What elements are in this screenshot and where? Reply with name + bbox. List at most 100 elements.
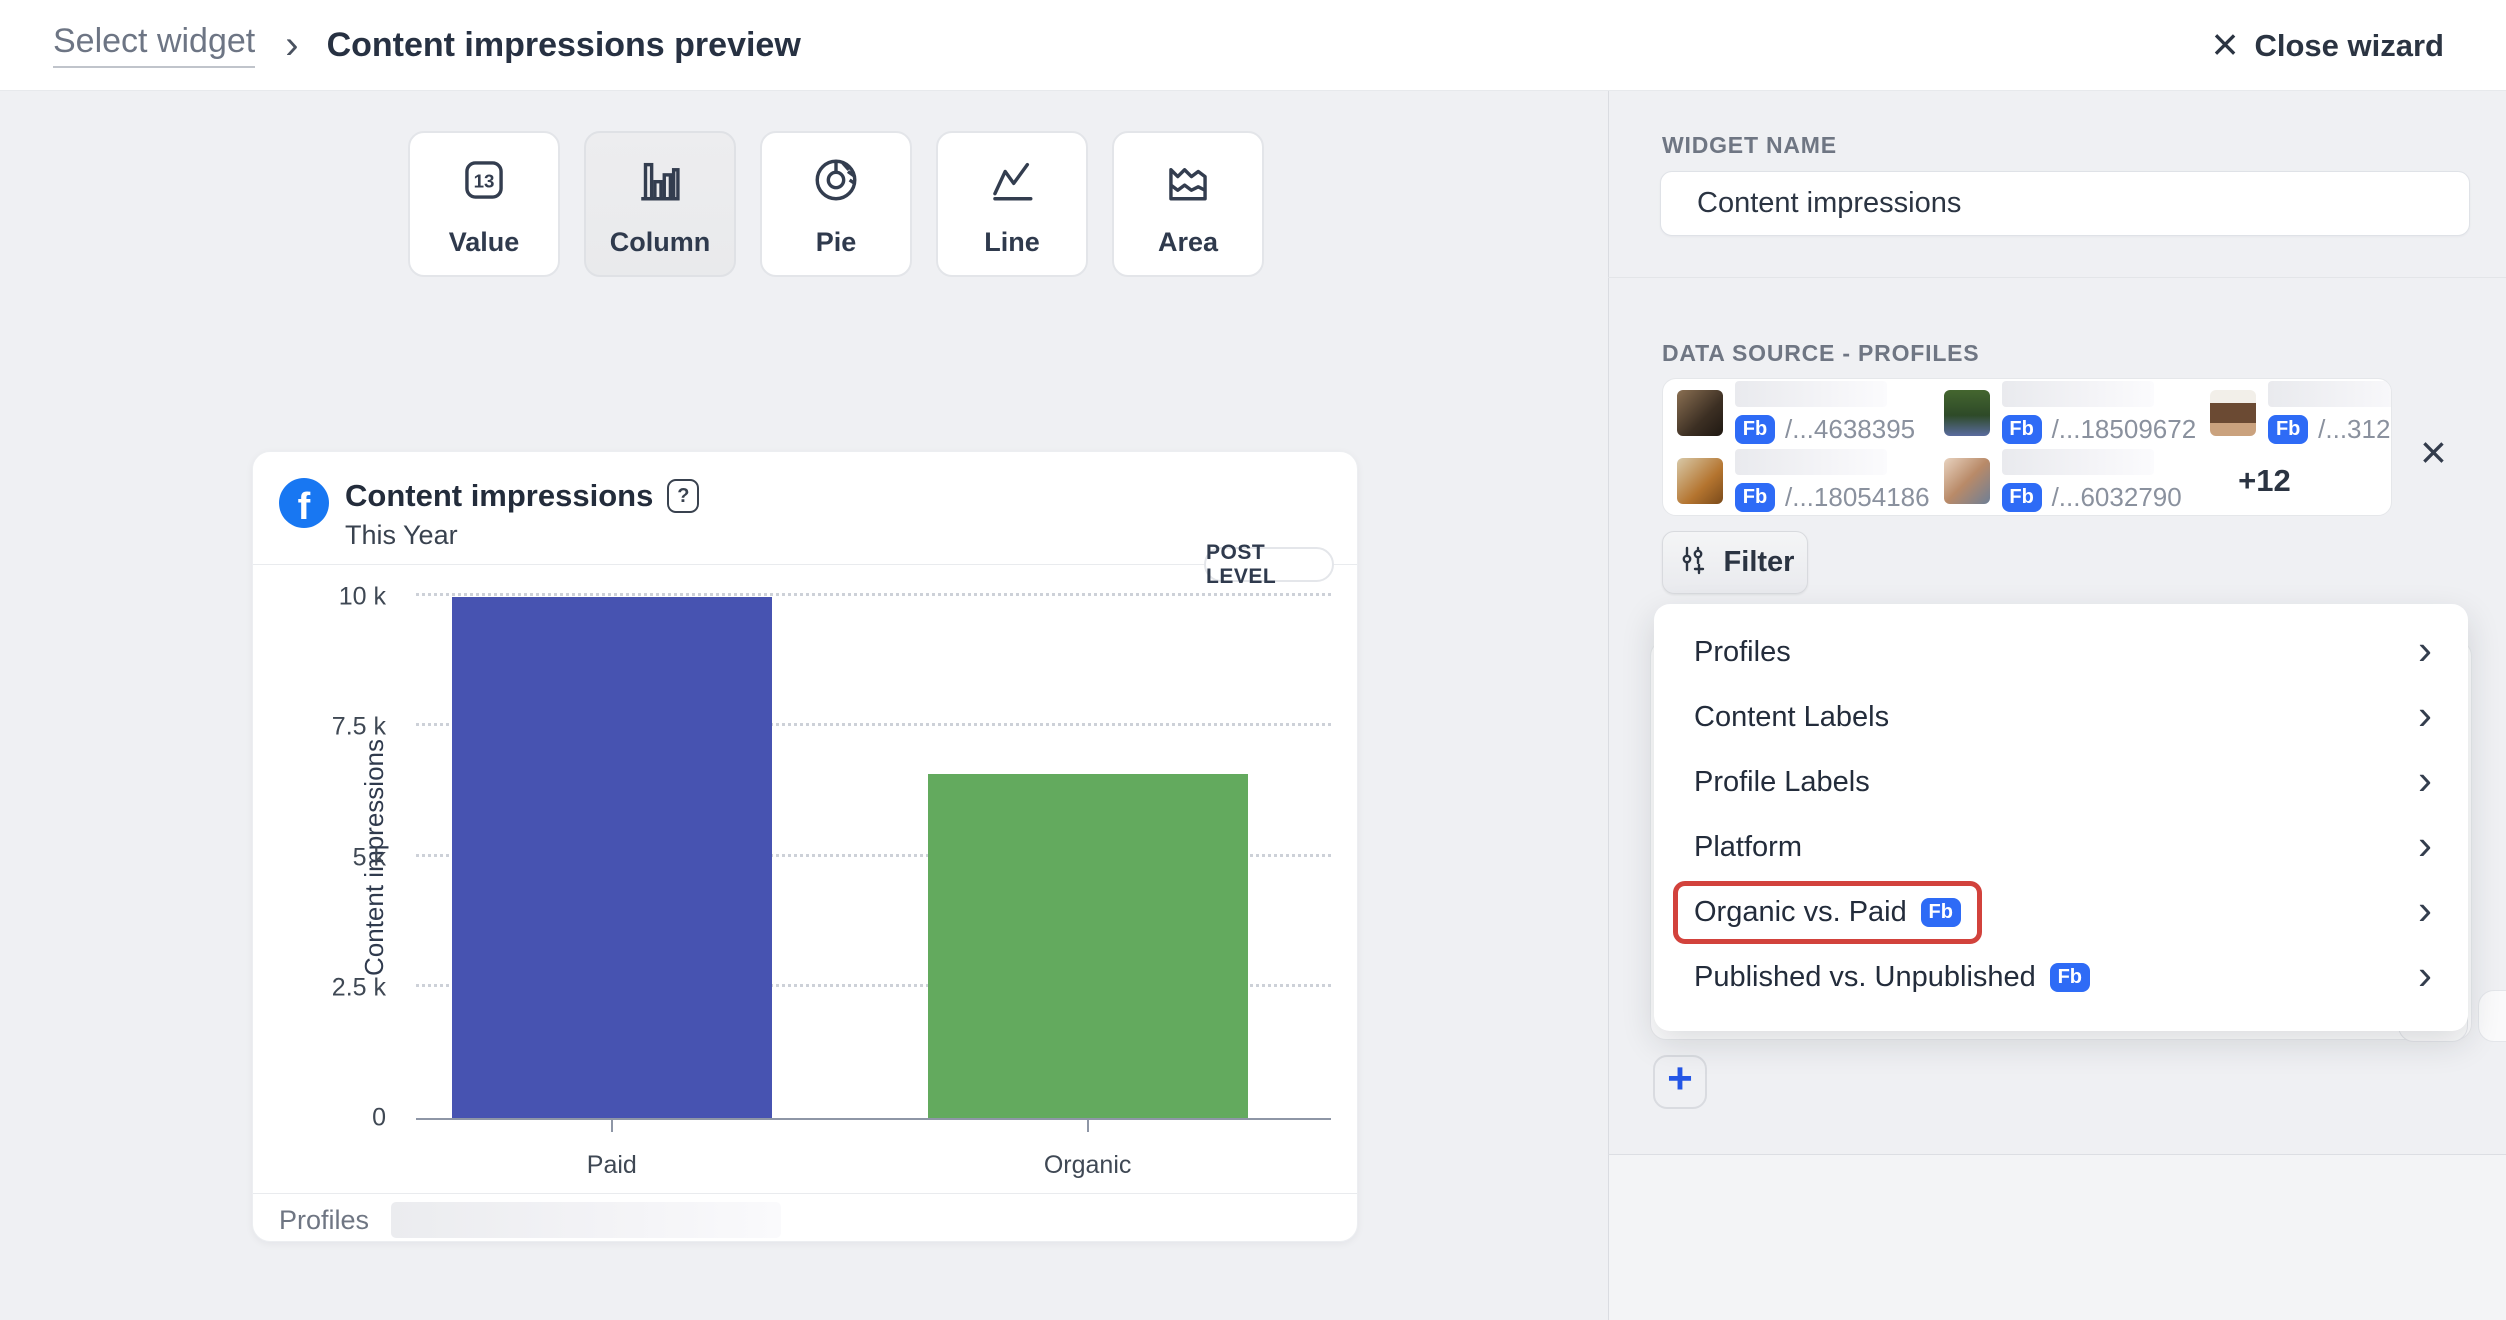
profile-id: /...18054186 <box>1785 482 1930 513</box>
widget-type-label: Line <box>984 227 1040 258</box>
chart-subtitle: This Year <box>345 520 699 551</box>
profile-name-skeleton <box>2002 381 2154 407</box>
menu-item-label: Platform <box>1694 831 1802 864</box>
preview-footer: Profiles <box>279 1202 781 1238</box>
close-wizard-label: Close wizard <box>2255 28 2445 64</box>
profile-id: /...31232853 <box>2318 414 2392 445</box>
add-widget-button[interactable]: + <box>1653 1055 1707 1109</box>
profile-item: Fb/...4638395 <box>1663 379 1930 447</box>
widget-type-label: Column <box>610 227 711 258</box>
filter-menu-item-content-labels[interactable]: Content Labels › <box>1654 685 2468 750</box>
y-tick-label: 7.5 k <box>291 713 386 742</box>
breadcrumb-separator-icon: › <box>285 23 298 68</box>
profile-avatar <box>2210 390 2256 436</box>
header-divider <box>253 564 1357 565</box>
widget-name-input[interactable] <box>1660 171 2470 236</box>
profile-item: Fb/...18509672 <box>1930 379 2197 447</box>
fb-platform-badge: Fb <box>1921 898 1961 927</box>
close-wizard-button[interactable]: × Close wizard <box>2212 0 2444 91</box>
widget-type-column[interactable]: Column <box>584 131 736 277</box>
chevron-right-icon: › <box>2418 824 2432 866</box>
help-icon[interactable]: ? <box>667 479 699 513</box>
filter-menu-item-published-vs-unpublished[interactable]: Published vs. UnpublishedFb› <box>1654 945 2468 1010</box>
breadcrumb-back-link[interactable]: Select widget <box>53 22 255 68</box>
filter-dropdown-menu: Profiles›Content Labels›Profile Labels›P… <box>1654 604 2468 1031</box>
profile-name-skeleton <box>1735 381 1887 407</box>
facebook-icon: f <box>279 478 329 528</box>
profile-avatar <box>1677 390 1723 436</box>
profile-id: /...18509672 <box>2052 414 2197 445</box>
widget-type-area[interactable]: Area <box>1112 131 1264 277</box>
profile-name-skeleton <box>2268 381 2392 407</box>
remove-data-source-icon[interactable]: × <box>2420 425 2447 479</box>
fb-platform-badge: Fb <box>2002 483 2042 512</box>
widget-type-pie[interactable]: Pie <box>760 131 912 277</box>
menu-item-label: Organic vs. Paid <box>1694 896 1907 929</box>
pie-icon <box>807 151 865 209</box>
profile-name-skeleton <box>1735 449 1887 475</box>
menu-item-label: Published vs. Unpublished <box>1694 961 2036 994</box>
x-tick <box>1087 1120 1089 1132</box>
preview-header: f Content impressions ? This Year <box>279 478 699 551</box>
profile-item: Fb /...6032790 <box>1930 447 2197 515</box>
line-icon <box>983 151 1041 209</box>
chevron-right-icon: › <box>2418 694 2432 736</box>
widget-type-value[interactable]: 13 Value <box>408 131 560 277</box>
menu-item-label: Profiles <box>1694 636 1791 669</box>
data-source-label: DATA SOURCE - PROFILES <box>1662 340 1979 367</box>
sidebar-section-divider <box>1608 277 2506 278</box>
x-tick <box>611 1120 613 1132</box>
data-source-profiles-card: Fb/...4638395Fb/...18509672Fb/...3123285… <box>1662 378 2392 516</box>
fb-platform-badge: Fb <box>2268 415 2308 444</box>
x-tick-label: Paid <box>587 1151 637 1180</box>
filter-menu-item-profile-labels[interactable]: Profile Labels › <box>1654 750 2468 815</box>
fb-platform-badge: Fb <box>1735 483 1775 512</box>
filter-menu-item-platform[interactable]: Platform › <box>1654 815 2468 880</box>
widget-type-selector: 13 Value Column Pie Line Area <box>408 131 1264 277</box>
y-tick-label: 5 k <box>291 843 386 872</box>
widget-type-label: Pie <box>816 227 857 258</box>
profile-avatar <box>1944 390 1990 436</box>
gridline <box>416 593 1331 596</box>
filter-menu-item-profiles[interactable]: Profiles › <box>1654 620 2468 685</box>
post-level-badge: POST LEVEL <box>1204 547 1334 582</box>
y-tick-label: 10 k <box>291 583 386 612</box>
widget-type-line[interactable]: Line <box>936 131 1088 277</box>
filter-menu-item-organic-vs-paid[interactable]: Organic vs. Paid Fb › <box>1654 880 2468 945</box>
chevron-right-icon: › <box>2418 759 2432 801</box>
more-profiles-count: +12 <box>2196 447 2392 515</box>
widget-type-label: Value <box>449 227 520 258</box>
annotation-highlight: Organic vs. Paid Fb <box>1673 881 1982 944</box>
widget-preview-card: f Content impressions ? This Year POST L… <box>252 451 1358 1242</box>
profile-avatar <box>1944 458 1990 504</box>
page-title: Content impressions preview <box>327 26 801 65</box>
chevron-right-icon: › <box>2418 954 2432 996</box>
bar-organic <box>928 774 1248 1118</box>
area-icon <box>1159 151 1217 209</box>
profile-id: /...6032790 <box>2052 482 2182 513</box>
widget-name-label: WIDGET NAME <box>1662 132 1837 159</box>
chevron-right-icon: › <box>2418 629 2432 671</box>
profile-name-skeleton <box>2002 449 2154 475</box>
close-icon: × <box>2212 21 2239 67</box>
profile-id: /...4638395 <box>1785 414 1915 445</box>
filter-sliders-icon <box>1676 543 1710 582</box>
footer-profiles-label: Profiles <box>279 1205 369 1236</box>
menu-item-label: Profile Labels <box>1694 766 1870 799</box>
widget-type-label: Area <box>1158 227 1218 258</box>
filter-button[interactable]: Filter <box>1662 531 1808 594</box>
x-axis-line <box>416 1118 1331 1120</box>
value-icon: 13 <box>455 151 513 209</box>
profile-item: Fb /...31232853 <box>2196 379 2392 447</box>
top-bar: Select widget › Content impressions prev… <box>0 0 2506 91</box>
profiles-skeleton <box>391 1202 781 1238</box>
chart-plot: Content impressions 02.5 k5 k7.5 k10 kPa… <box>416 597 1331 1118</box>
hidden-button-peek <box>2478 990 2506 1042</box>
sidebar-bottom-area <box>1609 1155 2506 1320</box>
x-tick-label: Organic <box>1044 1151 1132 1180</box>
chart-title: Content impressions <box>345 478 653 514</box>
profile-avatar <box>1677 458 1723 504</box>
chevron-right-icon: › <box>2418 889 2432 931</box>
menu-item-label: Content Labels <box>1694 701 1889 734</box>
y-tick-label: 0 <box>291 1104 386 1133</box>
